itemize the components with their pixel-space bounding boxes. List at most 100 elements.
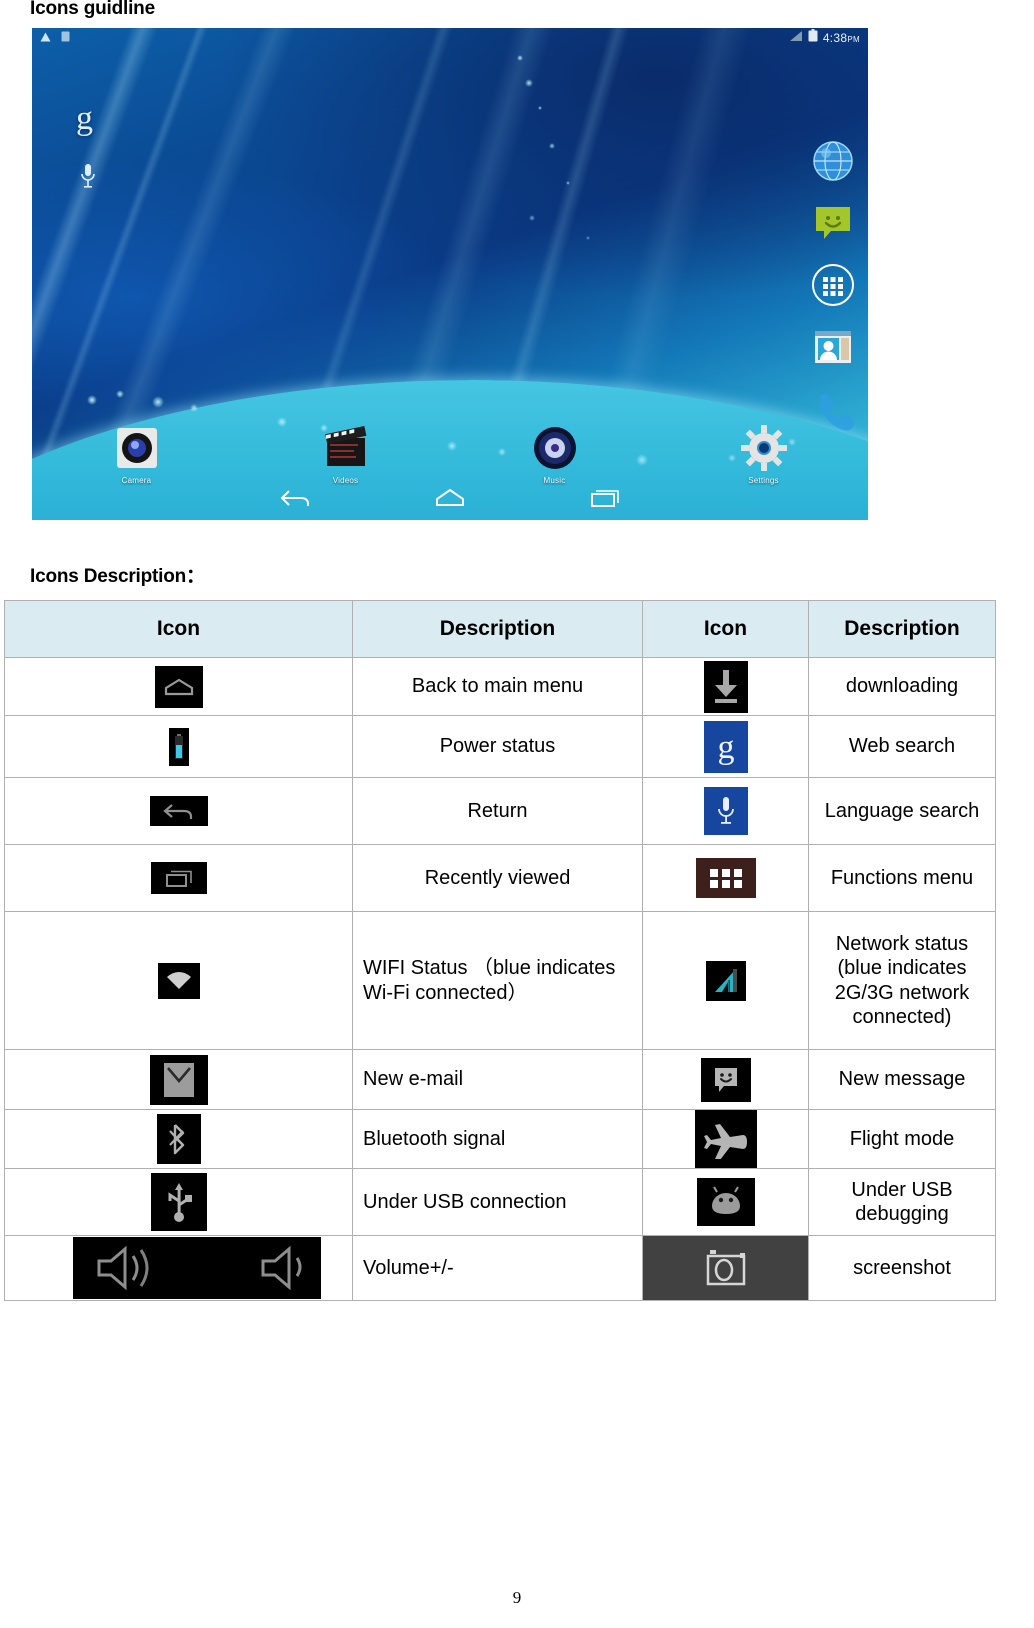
recent-apps-icon[interactable] — [587, 487, 621, 514]
icon-cell — [4, 777, 353, 845]
app-item[interactable]: Settings — [659, 424, 868, 485]
videos-app-icon — [324, 425, 366, 466]
back-arrow-icon[interactable] — [279, 487, 313, 514]
navigation-bar — [32, 487, 868, 514]
airplane-icon — [694, 1110, 757, 1168]
description-cell: Power status — [352, 715, 643, 778]
envelope-icon — [149, 1054, 208, 1105]
bluetooth-icon — [156, 1114, 201, 1164]
screenshot-camera-icon — [643, 1236, 808, 1300]
icon-cell — [642, 1235, 809, 1301]
signal-bars-icon — [789, 29, 803, 47]
description-cell: screenshot — [808, 1235, 996, 1301]
description-cell: downloading — [808, 657, 996, 716]
app-grid-icon — [695, 858, 756, 898]
table-header-row: Icon Description Icon Description — [4, 600, 996, 658]
app-item[interactable]: Videos — [241, 424, 450, 485]
status-bar-clock: 4:38PM — [822, 31, 860, 45]
app-label: Music — [543, 476, 566, 485]
description-cell: Web search — [808, 715, 996, 778]
microphone-icon — [703, 787, 748, 835]
settings-app-icon — [740, 425, 787, 471]
music-app-icon — [533, 427, 576, 469]
icon-cell — [4, 1168, 353, 1236]
icons-description-table: Icon Description Icon Description Back t… — [4, 600, 996, 1301]
description-cell: WIFI Status （blue indicates Wi-Fi connec… — [352, 911, 643, 1050]
icon-cell — [4, 715, 353, 778]
home-icon[interactable] — [433, 487, 467, 514]
table-row: Power status g Web search — [4, 715, 996, 778]
column-header-icon-1: Icon — [4, 600, 353, 658]
icon-cell — [4, 657, 353, 716]
svg-text:g: g — [717, 729, 734, 766]
google-search-icon: g — [703, 720, 748, 773]
app-drawer-icon[interactable] — [808, 260, 858, 310]
battery-icon — [168, 727, 189, 766]
download-icon — [703, 660, 748, 713]
status-bar-left — [32, 29, 70, 47]
table-row: Back to main menu downloading — [4, 657, 996, 716]
back-arrow-icon — [149, 796, 208, 826]
description-cell: New message — [808, 1049, 996, 1110]
warning-triangle-icon — [40, 29, 51, 47]
microphone-icon[interactable] — [78, 162, 98, 195]
icon-cell — [4, 1049, 353, 1110]
description-cell: Under USB connection — [352, 1168, 643, 1236]
message-bubble-icon — [700, 1057, 751, 1102]
icon-cell — [4, 911, 353, 1050]
camera-app-icon — [116, 428, 157, 468]
icon-cell — [642, 911, 809, 1050]
table-row: WIFI Status （blue indicates Wi-Fi connec… — [4, 911, 996, 1050]
tablet-home-screenshot: 4:38PM g Camera Videos Music Settings — [32, 28, 868, 520]
table-row: Under USB connection Under USB debugging — [4, 1168, 996, 1236]
column-header-icon-2: Icon — [642, 600, 809, 658]
table-row: Return Language search — [4, 777, 996, 845]
column-header-description-1: Description — [352, 600, 643, 658]
description-cell: Back to main menu — [352, 657, 643, 716]
usb-icon — [150, 1173, 207, 1231]
description-cell: Language search — [808, 777, 996, 845]
table-row: Bluetooth signal Flight mode — [4, 1109, 996, 1169]
home-icon — [154, 665, 203, 708]
app-item[interactable]: Camera — [32, 424, 241, 485]
section-subtitle: Icons Description： — [30, 566, 205, 587]
google-search-icon[interactable]: g — [76, 100, 93, 138]
wifi-icon — [157, 962, 200, 999]
icon-cell — [4, 1235, 353, 1301]
icon-cell — [642, 777, 809, 845]
icon-cell: g — [642, 715, 809, 778]
table-row: Recently viewed Functions menu — [4, 844, 996, 912]
icon-cell — [4, 844, 353, 912]
description-cell: Under USB debugging — [808, 1168, 996, 1236]
recent-apps-icon — [150, 862, 207, 894]
page-title: Icons guidline — [30, 0, 155, 19]
volume-bar-icon — [72, 1237, 321, 1299]
sd-card-icon — [61, 29, 70, 47]
page-number: 9 — [512, 1588, 522, 1607]
icon-cell — [642, 1109, 809, 1169]
android-head-icon — [696, 1178, 755, 1226]
home-app-row: Camera Videos Music Settings — [32, 424, 868, 485]
description-cell: Network status (blue indicates 2G/3G net… — [808, 911, 996, 1050]
status-bar: 4:38PM — [32, 28, 868, 48]
app-label: Settings — [748, 476, 779, 485]
signal-bars-icon — [705, 960, 746, 1001]
icon-cell — [642, 1168, 809, 1236]
description-cell: Volume+/- — [352, 1235, 643, 1301]
description-cell: Return — [352, 777, 643, 845]
contacts-icon[interactable] — [808, 322, 858, 372]
messaging-icon[interactable] — [808, 198, 858, 248]
right-dock — [808, 136, 858, 434]
icon-cell — [642, 844, 809, 912]
description-cell: New e-mail — [352, 1049, 643, 1110]
browser-icon[interactable] — [808, 136, 858, 186]
table-row: New e-mail New message — [4, 1049, 996, 1110]
icon-cell — [642, 1049, 809, 1110]
status-bar-right: 4:38PM — [789, 29, 868, 47]
description-cell: Bluetooth signal — [352, 1109, 643, 1169]
app-label: Camera — [121, 476, 152, 485]
description-cell: Recently viewed — [352, 844, 643, 912]
description-cell: Flight mode — [808, 1109, 996, 1169]
app-item[interactable]: Music — [450, 424, 659, 485]
description-cell: Functions menu — [808, 844, 996, 912]
